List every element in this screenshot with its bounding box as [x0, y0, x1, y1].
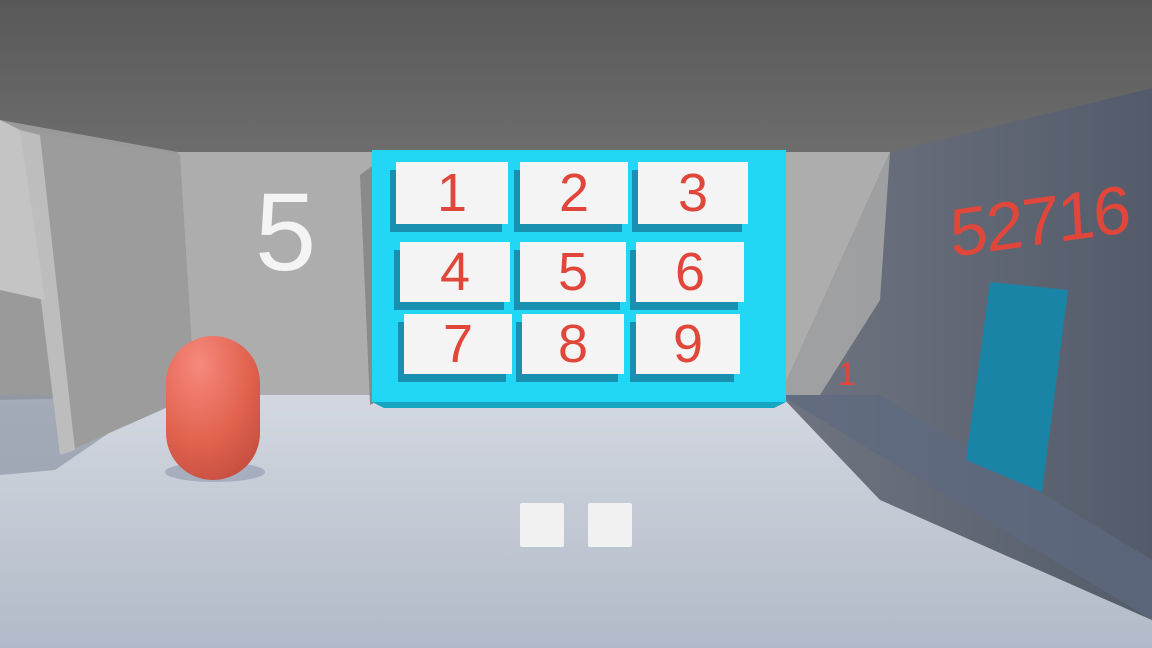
inventory-slot-1[interactable]	[520, 503, 564, 547]
keypad-key-label: 4	[439, 242, 471, 302]
keypad-key-label: 9	[672, 314, 704, 374]
game-viewport[interactable]: 5 1 2 3 4 5 6 7 8 9 5 2 7 1 6 1	[0, 0, 1152, 648]
small-wall-digit: 1	[838, 356, 856, 392]
keypad-key-1[interactable]: 1	[396, 162, 508, 224]
keypad: 1 2 3 4 5 6 7 8 9	[372, 150, 786, 402]
keypad-key-label: 6	[674, 242, 706, 302]
keypad-key-label: 7	[442, 314, 474, 374]
player-capsule[interactable]	[166, 336, 260, 480]
keypad-key-5[interactable]: 5	[520, 242, 626, 302]
keypad-key-label: 8	[557, 314, 589, 374]
keypad-key-label: 1	[436, 163, 468, 223]
keypad-frame-bottom-edge	[372, 402, 786, 408]
keypad-key-3[interactable]: 3	[638, 162, 748, 224]
keypad-key-label: 3	[677, 163, 709, 223]
keypad-key-4[interactable]: 4	[400, 242, 510, 302]
keypad-key-label: 5	[557, 242, 589, 302]
keypad-key-8[interactable]: 8	[522, 314, 624, 374]
wall-clue-digit: 5	[255, 171, 317, 294]
keypad-key-7[interactable]: 7	[404, 314, 512, 374]
keypad-key-2[interactable]: 2	[520, 162, 628, 224]
inventory-slot-2[interactable]	[588, 503, 632, 547]
keypad-key-6[interactable]: 6	[636, 242, 744, 302]
keypad-key-9[interactable]: 9	[636, 314, 740, 374]
keypad-key-label: 2	[558, 163, 590, 223]
